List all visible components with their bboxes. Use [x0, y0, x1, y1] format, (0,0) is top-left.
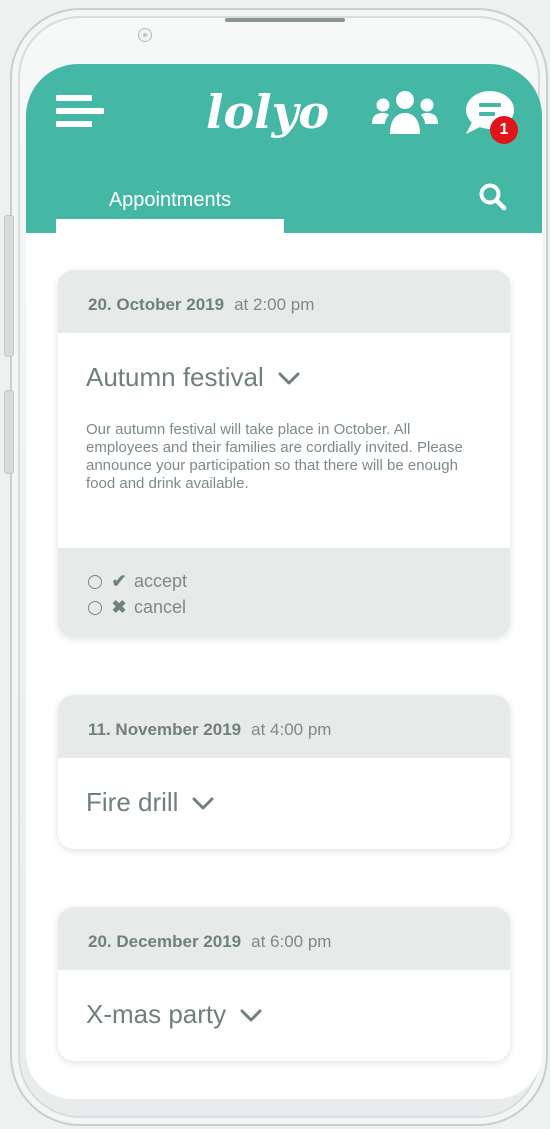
cancel-option[interactable]: ✖ cancel	[88, 596, 186, 618]
accept-label: accept	[134, 571, 188, 591]
chevron-down-icon[interactable]	[278, 372, 300, 386]
app-header: lolyo 1 Appointments	[26, 64, 542, 233]
appointment-title-text: Fire drill	[86, 787, 179, 817]
side-button	[4, 215, 14, 357]
appointment-time: at 6:00 pm	[251, 932, 332, 951]
rsvp-options: ✔ accept ✖ cancel	[58, 548, 510, 637]
group-icon[interactable]	[372, 90, 438, 134]
notification-badge: 1	[490, 116, 518, 144]
side-button	[4, 390, 14, 474]
appointment-card: 20. October 2019 at 2:00 pm Autumn festiv…	[58, 270, 510, 637]
app-screen: lolyo 1 Appointments 20. October 2019 at …	[26, 64, 542, 1099]
chevron-down-icon[interactable]	[240, 1009, 262, 1023]
appointment-title-text: Autumn festival	[86, 362, 264, 392]
appointment-time: at 2:00 pm	[234, 295, 315, 314]
appointment-date: 11. November 2019	[88, 720, 242, 739]
cancel-label: cancel	[134, 597, 187, 617]
appointment-time: at 4:00 pm	[251, 720, 332, 739]
menu-icon[interactable]	[56, 95, 104, 131]
accept-option[interactable]: ✔ accept	[88, 570, 187, 592]
search-icon[interactable]	[478, 182, 508, 212]
cross-icon: ✖	[111, 597, 127, 617]
appointment-description: Our autumn festival will take place in O…	[86, 421, 463, 492]
appointment-title-text: X-mas party	[86, 999, 227, 1029]
appointment-header: 11. November 2019 at 4:00 pm	[58, 695, 510, 758]
tab-indicator	[56, 219, 284, 233]
appointment-date: 20. December 2019	[88, 932, 242, 951]
cancel-radio[interactable]	[88, 601, 102, 615]
check-icon: ✔	[111, 571, 127, 591]
appointment-title[interactable]: X-mas party	[58, 970, 510, 1058]
appointment-card: 20. December 2019 at 6:00 pm X-mas party	[58, 907, 510, 1061]
appointment-title[interactable]: Fire drill	[58, 758, 510, 846]
chevron-down-icon[interactable]	[192, 797, 214, 811]
speaker	[225, 18, 345, 22]
appointment-title[interactable]: Autumn festival	[58, 333, 510, 421]
camera	[138, 28, 152, 42]
appointment-header: 20. December 2019 at 6:00 pm	[58, 907, 510, 970]
app-logo: lolyo	[206, 85, 330, 139]
accept-radio[interactable]	[88, 575, 102, 589]
appointment-date: 20. October 2019	[88, 295, 225, 314]
appointment-header: 20. October 2019 at 2:00 pm	[58, 270, 510, 333]
appointment-card: 11. November 2019 at 4:00 pm Fire drill	[58, 695, 510, 849]
